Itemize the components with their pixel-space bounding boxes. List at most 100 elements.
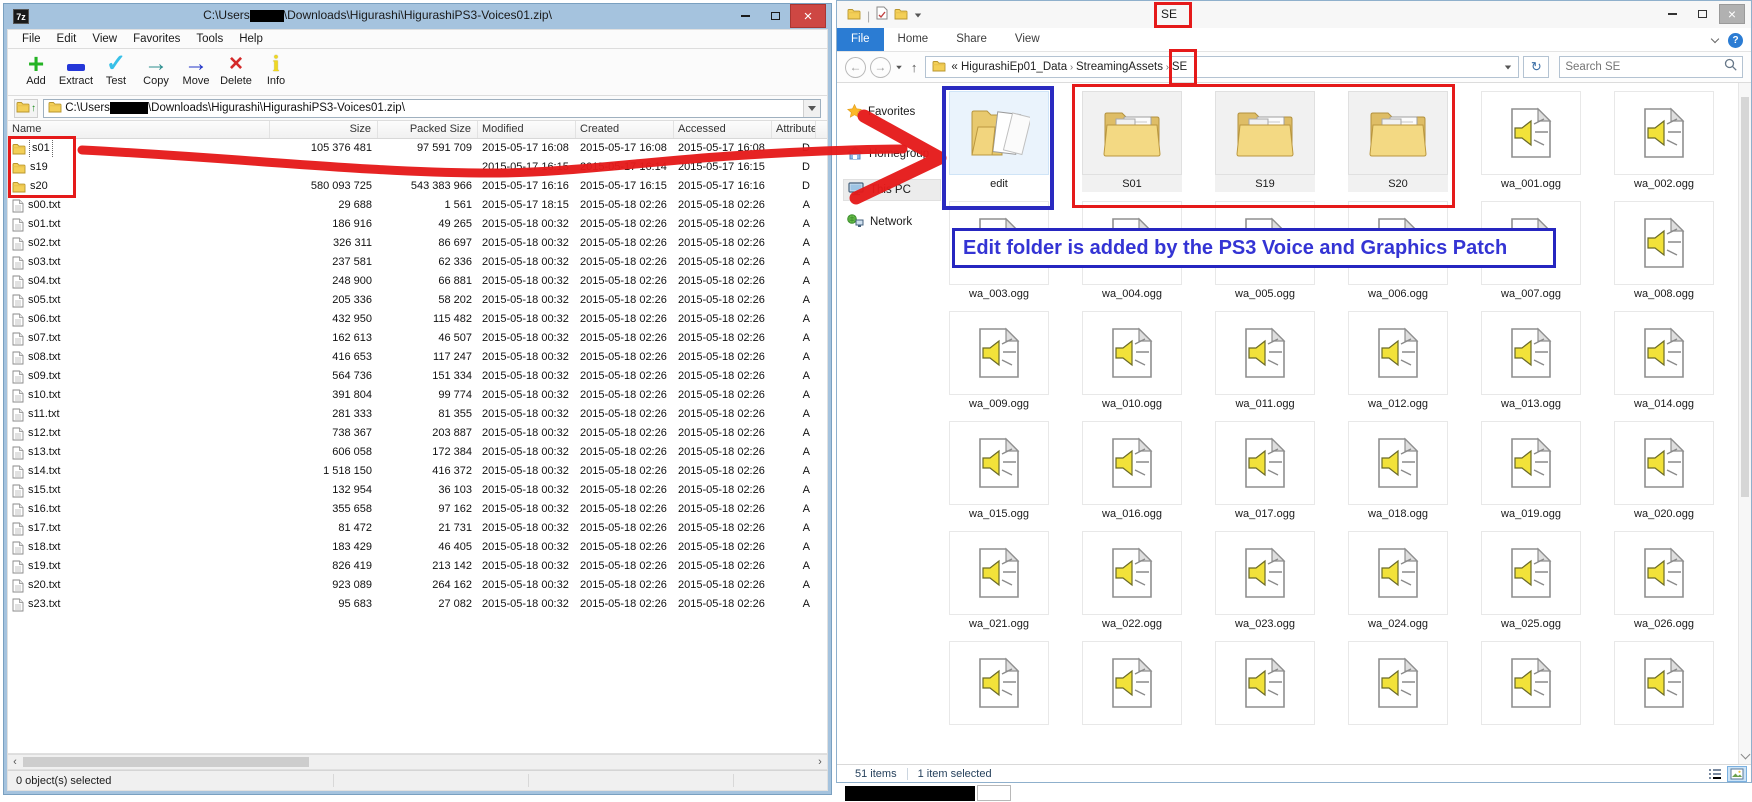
- breadcrumb-item[interactable]: StreamingAssets: [1076, 61, 1163, 73]
- grid-item[interactable]: [1614, 641, 1714, 742]
- scrollbar-thumb[interactable]: [1741, 97, 1749, 497]
- tab-share[interactable]: Share: [942, 28, 1001, 51]
- grid-item-wa_010.ogg[interactable]: wa_010.ogg: [1082, 311, 1182, 412]
- grid-item-wa_015.ogg[interactable]: wa_015.ogg: [949, 421, 1049, 522]
- table-row[interactable]: s08.txt416 653117 2472015-05-18 00:32201…: [8, 348, 827, 367]
- forward-button[interactable]: →: [870, 57, 891, 78]
- grid-item-s01[interactable]: S01: [1082, 91, 1182, 192]
- minimize-button[interactable]: [1659, 4, 1685, 24]
- column-header-created[interactable]: Created: [576, 121, 674, 138]
- toolbar-button-test[interactable]: ✓Test: [96, 51, 136, 87]
- thumbnail-view-button[interactable]: [1727, 766, 1747, 782]
- grid-item-wa_026.ogg[interactable]: wa_026.ogg: [1614, 531, 1714, 632]
- sidebar-item-homegroup[interactable]: Homegroup: [843, 143, 941, 165]
- menu-item-favorites[interactable]: Favorites: [125, 31, 188, 47]
- grid-item-s19[interactable]: S19: [1215, 91, 1315, 192]
- breadcrumb-root-icon[interactable]: «: [951, 61, 961, 73]
- close-button[interactable]: ×: [790, 4, 826, 28]
- maximize-button[interactable]: [1689, 4, 1715, 24]
- sidebar-item-this-pc[interactable]: This PC: [843, 179, 941, 201]
- grid-item-wa_014.ogg[interactable]: wa_014.ogg: [1614, 311, 1714, 412]
- grid-item-wa_001.ogg[interactable]: wa_001.ogg: [1481, 91, 1581, 192]
- table-row[interactable]: s19.txt826 419213 1422015-05-18 00:32201…: [8, 557, 827, 576]
- toolbar-button-add[interactable]: +Add: [16, 51, 56, 87]
- new-folder-icon[interactable]: [894, 7, 908, 25]
- menu-item-file[interactable]: File: [14, 31, 49, 47]
- toolbar-button-info[interactable]: iInfo: [256, 51, 296, 87]
- 7zip-titlebar[interactable]: 7z C:\Users\Downloads\Higurashi\Higurash…: [7, 4, 828, 29]
- grid-item[interactable]: [1082, 641, 1182, 742]
- scroll-left-icon[interactable]: ‹: [8, 755, 22, 769]
- details-view-button[interactable]: [1705, 766, 1725, 782]
- grid-item-s20[interactable]: S20: [1348, 91, 1448, 192]
- grid-item-wa_007.ogg[interactable]: wa_007.ogg: [1481, 201, 1581, 302]
- table-row[interactable]: s02.txt326 31186 6972015-05-18 00:322015…: [8, 234, 827, 253]
- grid-item-wa_020.ogg[interactable]: wa_020.ogg: [1614, 421, 1714, 522]
- grid-item[interactable]: [949, 641, 1049, 742]
- table-row[interactable]: s04.txt248 90066 8812015-05-18 00:322015…: [8, 272, 827, 291]
- tab-home[interactable]: Home: [884, 28, 943, 51]
- maximize-button[interactable]: [760, 4, 790, 28]
- table-row[interactable]: s07.txt162 61346 5072015-05-18 00:322015…: [8, 329, 827, 348]
- column-header-modified[interactable]: Modified: [478, 121, 576, 138]
- grid-item-wa_013.ogg[interactable]: wa_013.ogg: [1481, 311, 1581, 412]
- parent-folder-button[interactable]: ↑: [14, 99, 38, 118]
- table-row[interactable]: s05.txt205 33658 2022015-05-18 00:322015…: [8, 291, 827, 310]
- table-row[interactable]: s09.txt564 736151 3342015-05-18 00:32201…: [8, 367, 827, 386]
- grid-item[interactable]: [1348, 641, 1448, 742]
- collapse-ribbon-icon[interactable]: [1711, 35, 1719, 43]
- table-row[interactable]: s14.txt1 518 150416 3722015-05-18 00:322…: [8, 462, 827, 481]
- breadcrumb-item[interactable]: SE: [1172, 61, 1187, 73]
- menu-item-help[interactable]: Help: [231, 31, 271, 47]
- grid-item-wa_005.ogg[interactable]: wa_005.ogg: [1215, 201, 1315, 302]
- grid-item-wa_019.ogg[interactable]: wa_019.ogg: [1481, 421, 1581, 522]
- search-box[interactable]: [1559, 56, 1743, 78]
- grid-item-wa_016.ogg[interactable]: wa_016.ogg: [1082, 421, 1182, 522]
- scrollbar-thumb[interactable]: [23, 757, 309, 767]
- table-row[interactable]: s15.txt132 95436 1032015-05-18 00:322015…: [8, 481, 827, 500]
- minimize-button[interactable]: [730, 4, 760, 28]
- search-input[interactable]: [1565, 61, 1724, 73]
- sidebar-item-network[interactable]: Network: [843, 211, 941, 233]
- table-row[interactable]: s16.txt355 65897 1622015-05-18 00:322015…: [8, 500, 827, 519]
- search-icon[interactable]: [1724, 58, 1737, 76]
- table-row[interactable]: s01105 376 48197 591 7092015-05-17 16:08…: [8, 139, 827, 158]
- grid-item-wa_022.ogg[interactable]: wa_022.ogg: [1082, 531, 1182, 632]
- table-row[interactable]: s13.txt606 058172 3842015-05-18 00:32201…: [8, 443, 827, 462]
- column-header-attributes[interactable]: Attributes: [772, 121, 816, 138]
- tab-view[interactable]: View: [1001, 28, 1054, 51]
- tab-file[interactable]: File: [837, 28, 884, 51]
- menu-item-tools[interactable]: Tools: [188, 31, 231, 47]
- grid-item-wa_002.ogg[interactable]: wa_002.ogg: [1614, 91, 1714, 192]
- table-row[interactable]: s03.txt237 58162 3362015-05-18 00:322015…: [8, 253, 827, 272]
- table-row[interactable]: s01.txt186 91649 2652015-05-18 00:322015…: [8, 215, 827, 234]
- table-row[interactable]: s23.txt95 68327 0822015-05-18 00:322015-…: [8, 595, 827, 614]
- back-button[interactable]: ←: [845, 57, 866, 78]
- chevron-down-icon[interactable]: [915, 14, 921, 18]
- toolbar-button-delete[interactable]: ×Delete: [216, 51, 256, 87]
- grid-item-wa_012.ogg[interactable]: wa_012.ogg: [1348, 311, 1448, 412]
- menu-item-view[interactable]: View: [84, 31, 125, 47]
- grid-item[interactable]: [1215, 641, 1315, 742]
- grid-item-edit[interactable]: edit: [949, 91, 1049, 192]
- table-row[interactable]: s192015-05-17 16:152015-05-17 16:142015-…: [8, 158, 827, 177]
- close-button[interactable]: ×: [1719, 4, 1745, 24]
- chevron-down-icon[interactable]: [803, 100, 820, 117]
- properties-icon[interactable]: [876, 6, 888, 25]
- table-row[interactable]: s20580 093 725543 383 9662015-05-17 16:1…: [8, 177, 827, 196]
- toolbar-button-copy[interactable]: →Copy: [136, 51, 176, 87]
- grid-item-wa_009.ogg[interactable]: wa_009.ogg: [949, 311, 1049, 412]
- toolbar-button-move[interactable]: →Move: [176, 51, 216, 87]
- chevron-down-icon[interactable]: [1499, 58, 1517, 76]
- grid-item[interactable]: [1481, 641, 1581, 742]
- table-row[interactable]: s06.txt432 950115 4822015-05-18 00:32201…: [8, 310, 827, 329]
- help-icon[interactable]: ?: [1728, 33, 1743, 48]
- column-header-name[interactable]: Name: [8, 121, 270, 138]
- grid-item-wa_017.ogg[interactable]: wa_017.ogg: [1215, 421, 1315, 522]
- grid-item-wa_025.ogg[interactable]: wa_025.ogg: [1481, 531, 1581, 632]
- grid-item-wa_011.ogg[interactable]: wa_011.ogg: [1215, 311, 1315, 412]
- table-row[interactable]: s00.txt29 6881 5612015-05-17 18:152015-0…: [8, 196, 827, 215]
- grid-item-wa_023.ogg[interactable]: wa_023.ogg: [1215, 531, 1315, 632]
- up-button[interactable]: ↑: [907, 60, 922, 75]
- grid-item-wa_018.ogg[interactable]: wa_018.ogg: [1348, 421, 1448, 522]
